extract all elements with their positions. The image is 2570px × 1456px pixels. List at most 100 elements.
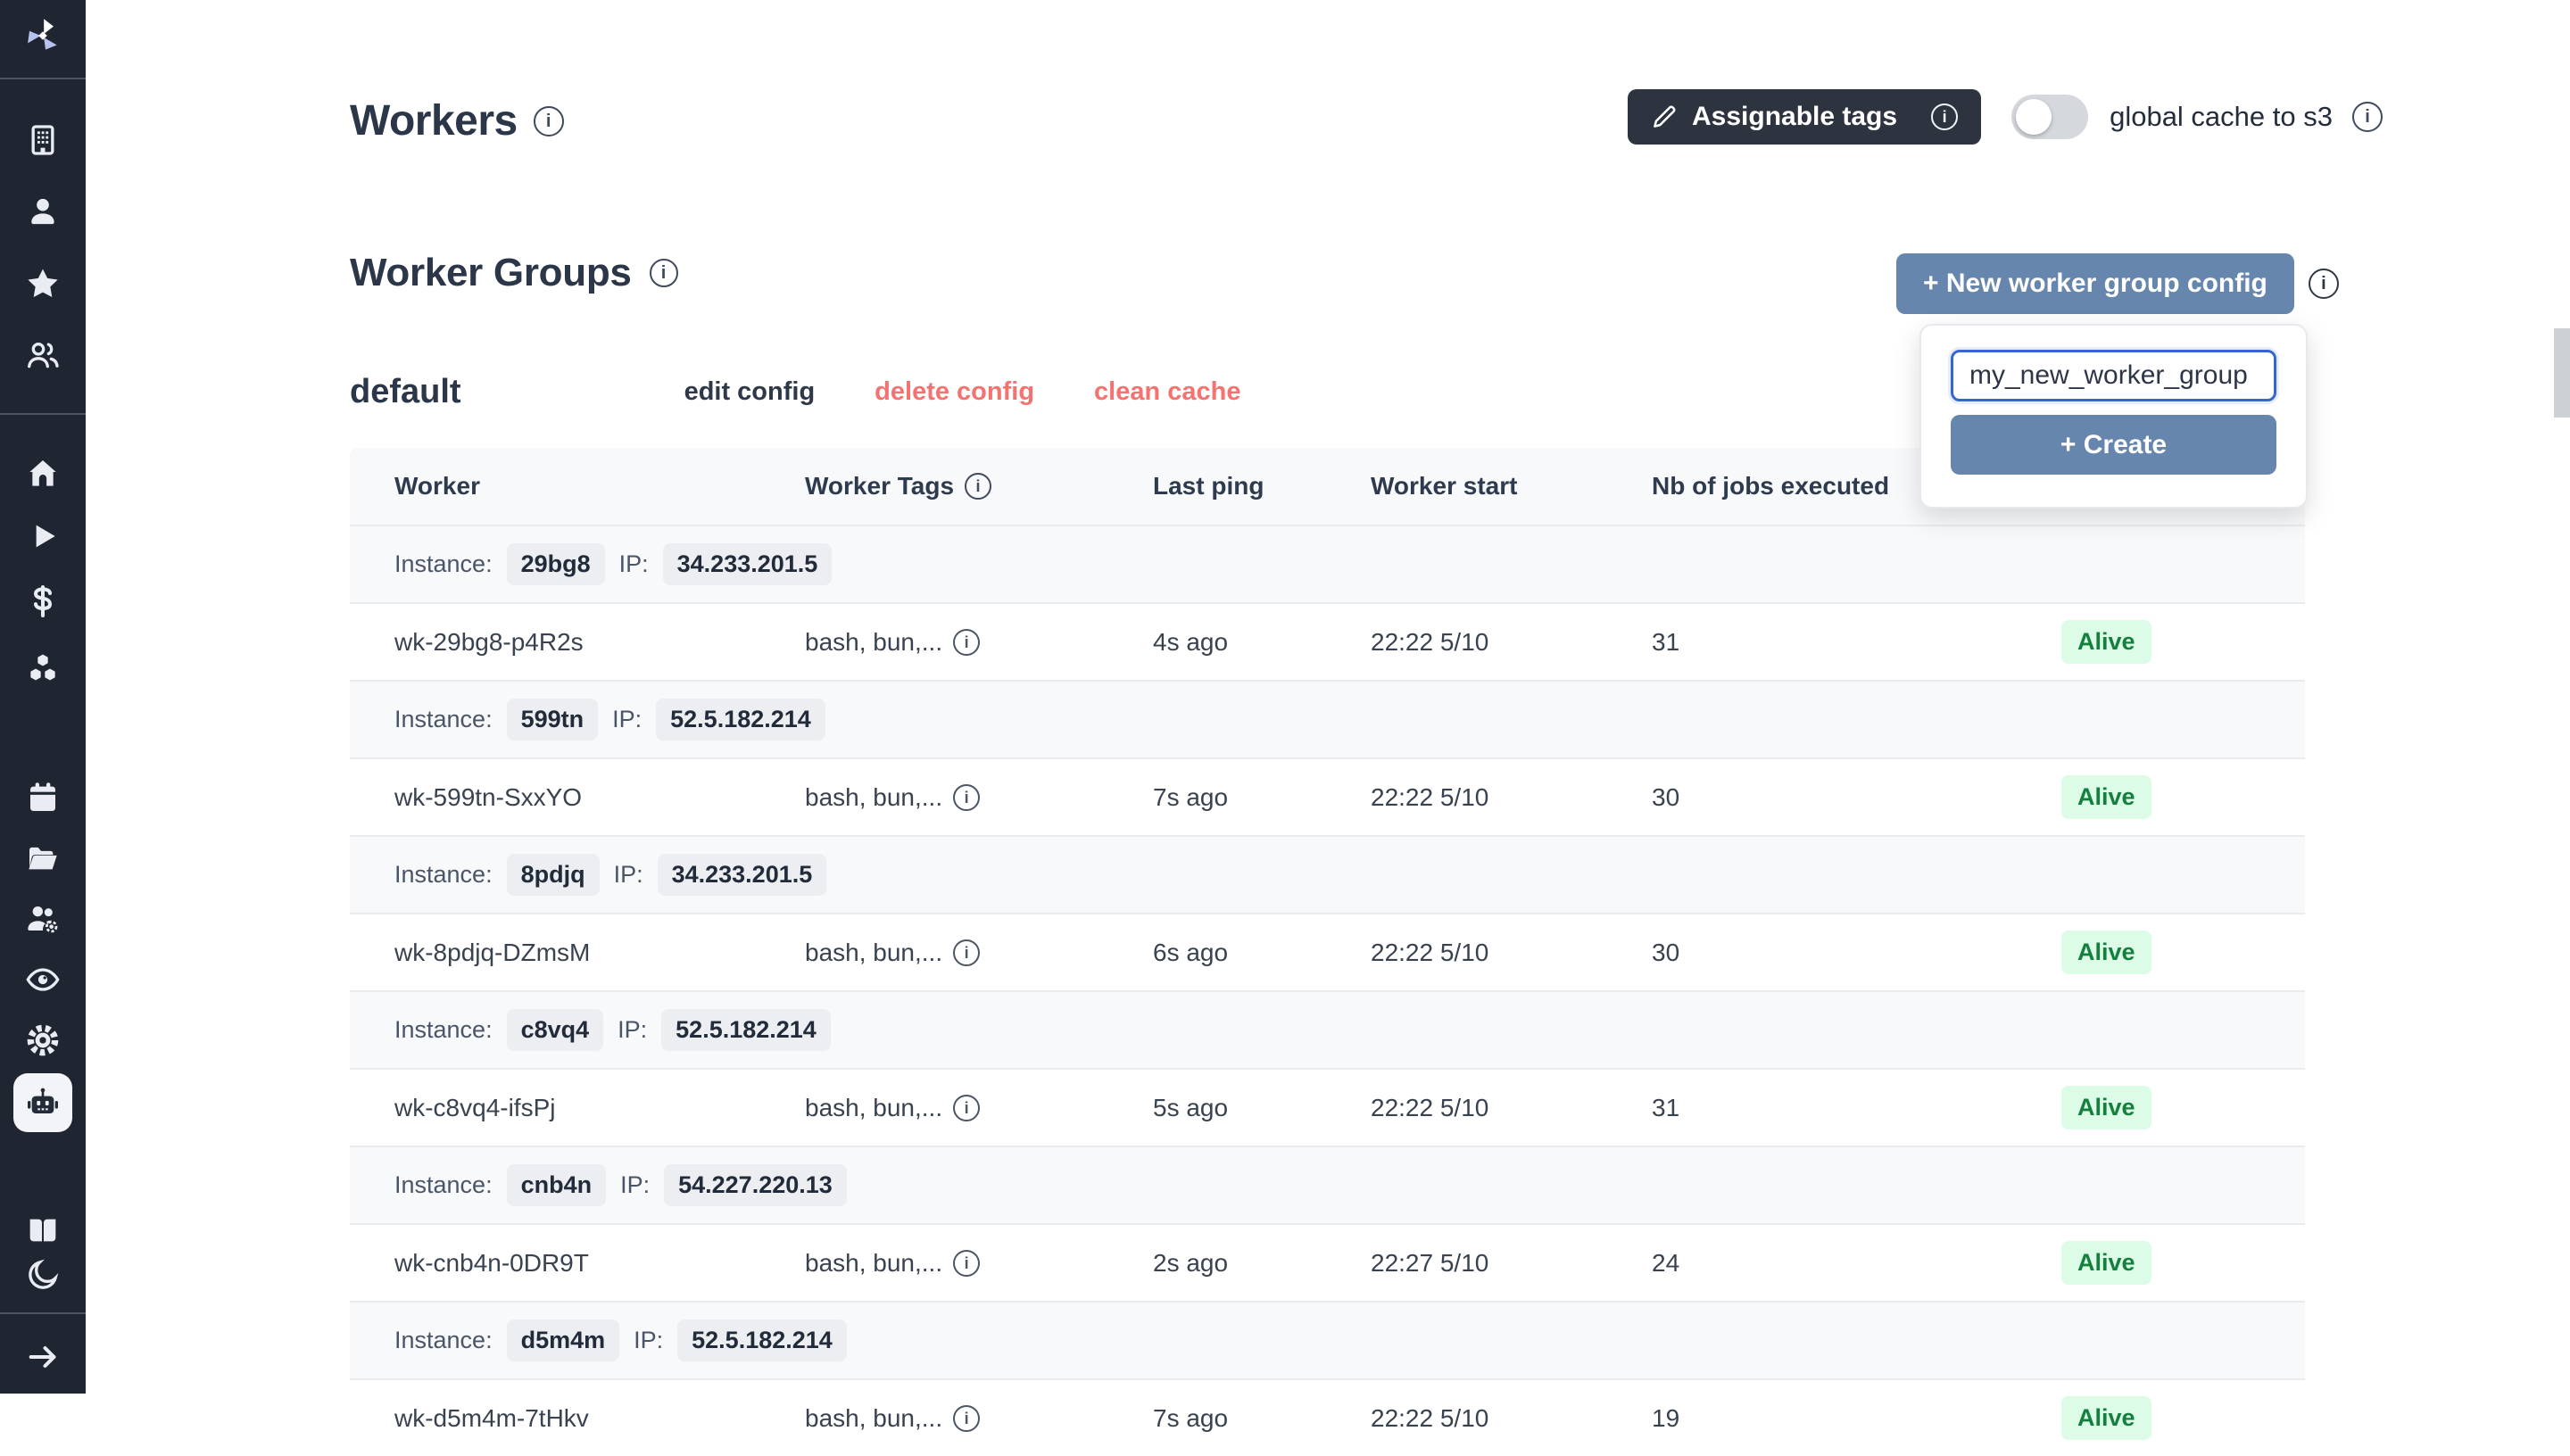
worker-start: 22:22 5/10 bbox=[1371, 1404, 1652, 1433]
workers-page: { "colors": { "sidebar_bg": "#1f2531", "… bbox=[0, 0, 2570, 1394]
global-cache-info-icon[interactable] bbox=[2352, 102, 2383, 132]
worker-status-cell: Alive bbox=[2061, 775, 2305, 819]
folder-open-icon[interactable] bbox=[0, 840, 86, 876]
windmill-logo-icon[interactable] bbox=[0, 14, 86, 57]
assignable-tags-label: Assignable tags bbox=[1692, 102, 1897, 132]
worker-status-cell: Alive bbox=[2061, 1241, 2305, 1285]
worker-tags-cell: bash, bun,... bbox=[805, 1094, 1153, 1122]
table-row-instance: Instance:599tnIP:52.5.182.214 bbox=[350, 680, 2305, 757]
worker-tags-info-icon[interactable] bbox=[953, 629, 980, 656]
worker-tags: bash, bun,... bbox=[805, 628, 942, 657]
group-name: default bbox=[350, 373, 461, 411]
worker-tags: bash, bun,... bbox=[805, 783, 942, 812]
play-icon[interactable] bbox=[0, 518, 86, 554]
worker-last-ping: 7s ago bbox=[1153, 783, 1371, 812]
worker-tags-info-icon[interactable] bbox=[953, 1095, 980, 1121]
instance-ip-badge: 34.233.201.5 bbox=[658, 854, 827, 896]
delete-config-link[interactable]: delete config bbox=[875, 377, 1034, 407]
eye-icon[interactable] bbox=[0, 962, 86, 997]
worker-jobs-count: 19 bbox=[1652, 1404, 2061, 1433]
table-row-worker: wk-c8vq4-ifsPjbash, bun,...5s ago22:22 5… bbox=[350, 1068, 2305, 1146]
worker-tags: bash, bun,... bbox=[805, 1094, 942, 1122]
worker-name: wk-8pdjq-DZmsM bbox=[394, 939, 805, 967]
worker-tags-info-icon[interactable] bbox=[953, 1405, 980, 1432]
new-config-info-icon[interactable] bbox=[2309, 269, 2339, 299]
table-row-instance: Instance:8pdjqIP:34.233.201.5 bbox=[350, 835, 2305, 913]
moon-icon[interactable] bbox=[0, 1257, 86, 1293]
ip-label: IP: bbox=[620, 1171, 650, 1199]
robot-icon-active[interactable] bbox=[13, 1073, 72, 1132]
ip-label: IP: bbox=[619, 550, 649, 578]
calendar-icon[interactable] bbox=[0, 780, 86, 815]
header-controls: Assignable tags global cache to s3 bbox=[1628, 89, 2383, 145]
worker-status-cell: Alive bbox=[2061, 931, 2305, 974]
ip-label: IP: bbox=[614, 861, 643, 889]
instance-id-badge: 599tn bbox=[507, 699, 599, 740]
pencil-icon bbox=[1651, 103, 1678, 130]
instance-label: Instance: bbox=[394, 706, 493, 733]
worker-jobs-count: 24 bbox=[1652, 1249, 2061, 1278]
status-badge: Alive bbox=[2061, 1396, 2151, 1440]
worker-groups-info-icon[interactable] bbox=[650, 259, 678, 287]
worker-name: wk-d5m4m-7tHkv bbox=[394, 1404, 805, 1433]
page-title: Workers bbox=[350, 96, 518, 145]
instance-label: Instance: bbox=[394, 861, 493, 889]
dollar-icon[interactable] bbox=[0, 583, 86, 619]
home-icon[interactable] bbox=[0, 456, 86, 492]
assignable-tags-button[interactable]: Assignable tags bbox=[1628, 89, 1981, 145]
worker-start: 22:22 5/10 bbox=[1371, 628, 1652, 657]
worker-tags-header-info-icon[interactable] bbox=[965, 473, 991, 500]
vertical-scrollbar-thumb[interactable] bbox=[2554, 328, 2570, 418]
instance-ip-badge: 34.233.201.5 bbox=[663, 543, 833, 585]
instance-label: Instance: bbox=[394, 1327, 493, 1354]
worker-start: 22:22 5/10 bbox=[1371, 939, 1652, 967]
instance-label: Instance: bbox=[394, 1016, 493, 1044]
ip-label: IP: bbox=[612, 706, 642, 733]
worker-tags-cell: bash, bun,... bbox=[805, 1249, 1153, 1278]
worker-status-cell: Alive bbox=[2061, 1396, 2305, 1440]
new-worker-group-config-button[interactable]: + New worker group config bbox=[1896, 253, 2294, 314]
create-button[interactable]: + Create bbox=[1951, 415, 2276, 475]
instance-id-badge: 29bg8 bbox=[507, 543, 605, 585]
worker-tags-info-icon[interactable] bbox=[953, 784, 980, 811]
workers-info-icon[interactable] bbox=[534, 106, 564, 136]
worker-tags-cell: bash, bun,... bbox=[805, 628, 1153, 657]
worker-tags-info-icon[interactable] bbox=[953, 939, 980, 966]
star-icon[interactable] bbox=[0, 266, 86, 302]
worker-tags: bash, bun,... bbox=[805, 1249, 942, 1278]
worker-last-ping: 4s ago bbox=[1153, 628, 1371, 657]
worker-last-ping: 7s ago bbox=[1153, 1404, 1371, 1433]
global-cache-toggle[interactable] bbox=[2011, 95, 2088, 139]
edit-config-link[interactable]: edit config bbox=[684, 377, 816, 407]
user-icon[interactable] bbox=[0, 194, 86, 229]
status-badge: Alive bbox=[2061, 931, 2151, 974]
instance-label: Instance: bbox=[394, 550, 493, 578]
sidebar bbox=[0, 0, 86, 1394]
users-cog-icon[interactable] bbox=[0, 900, 86, 936]
boxes-icon[interactable] bbox=[0, 649, 86, 685]
col-header-worker-start: Worker start bbox=[1371, 472, 1652, 500]
worker-tags-cell: bash, bun,... bbox=[805, 783, 1153, 812]
clean-cache-link[interactable]: clean cache bbox=[1094, 377, 1240, 407]
book-icon[interactable] bbox=[0, 1212, 86, 1248]
gear-icon[interactable] bbox=[0, 1022, 86, 1058]
group-row-default: default edit config delete config clean … bbox=[350, 373, 1240, 411]
users-icon[interactable] bbox=[0, 337, 86, 373]
worker-tags-info-icon[interactable] bbox=[953, 1250, 980, 1277]
new-worker-group-popup: + Create bbox=[1919, 324, 2308, 509]
instance-label: Instance: bbox=[394, 1171, 493, 1199]
status-badge: Alive bbox=[2061, 1086, 2151, 1129]
building-icon[interactable] bbox=[0, 122, 86, 158]
arrow-right-icon[interactable] bbox=[0, 1339, 86, 1375]
assignable-tags-info-icon[interactable] bbox=[1931, 103, 1958, 130]
instance-ip-badge: 54.227.220.13 bbox=[664, 1164, 847, 1206]
worker-name: wk-c8vq4-ifsPj bbox=[394, 1094, 805, 1122]
worker-group-name-input[interactable] bbox=[1951, 350, 2276, 401]
sidebar-divider bbox=[0, 413, 86, 415]
worker-tags-cell: bash, bun,... bbox=[805, 939, 1153, 967]
worker-start: 22:22 5/10 bbox=[1371, 783, 1652, 812]
worker-start: 22:27 5/10 bbox=[1371, 1249, 1652, 1278]
worker-last-ping: 2s ago bbox=[1153, 1249, 1371, 1278]
col-header-last-ping: Last ping bbox=[1153, 472, 1371, 500]
instance-id-badge: cnb4n bbox=[507, 1164, 607, 1206]
